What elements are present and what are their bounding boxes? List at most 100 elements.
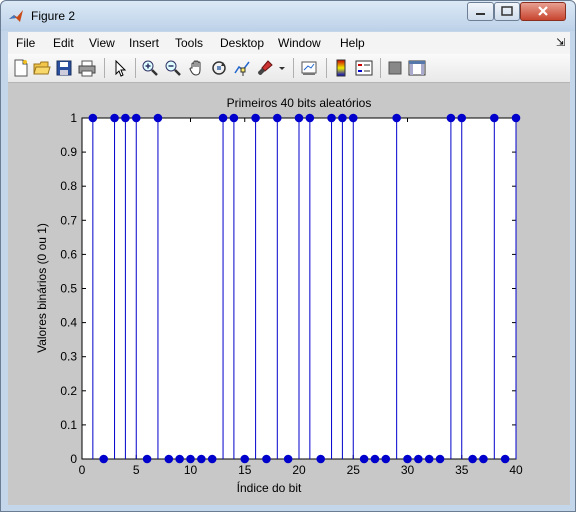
stem-marker: [121, 113, 130, 123]
y-tick-label: 0.6: [60, 247, 77, 261]
menu-file[interactable]: File: [16, 36, 35, 50]
menu-view[interactable]: View: [89, 36, 115, 50]
minimize-button[interactable]: [467, 2, 494, 21]
stem-marker: [164, 454, 174, 464]
stem-marker: [207, 454, 217, 464]
stem-marker: [110, 113, 119, 123]
stem-marker: [273, 113, 282, 123]
pointer-icon[interactable]: [111, 59, 129, 77]
matlab-logo-icon: [9, 10, 23, 22]
maximize-button[interactable]: [494, 2, 520, 21]
legend-icon[interactable]: [355, 59, 373, 77]
x-tick-label: 30: [401, 463, 415, 477]
y-tick-label: 0.9: [60, 145, 77, 159]
x-tick-label: 5: [133, 463, 140, 477]
zoom-out-icon[interactable]: [164, 59, 182, 77]
toolbar-separator: [380, 58, 381, 78]
stem-marker: [316, 454, 326, 464]
stem-marker: [305, 113, 315, 123]
stem-marker: [381, 454, 391, 464]
x-tick-label: 25: [347, 463, 361, 477]
title-bar[interactable]: Figure 2: [1, 1, 575, 31]
link-plot-icon[interactable]: [300, 59, 318, 77]
toolbar-separator: [135, 58, 136, 78]
menu-insert[interactable]: Insert: [129, 36, 159, 50]
open-file-icon[interactable]: [33, 59, 51, 77]
data-cursor-icon[interactable]: [233, 59, 251, 77]
stem-marker: [500, 454, 510, 464]
chart-title: Primeiros 40 bits aleatórios: [227, 96, 372, 110]
figure-toolbar: [8, 54, 570, 83]
y-tick-label: 0.8: [60, 179, 77, 193]
save-icon[interactable]: [55, 59, 73, 77]
stem-marker: [186, 454, 195, 464]
stem-marker: [490, 113, 499, 123]
print-icon[interactable]: [78, 59, 96, 77]
x-tick-label: 15: [238, 463, 252, 477]
stem-marker: [424, 454, 434, 464]
stem-marker: [446, 113, 456, 123]
hide-plot-tools-icon[interactable]: [386, 59, 404, 77]
y-axis-label: Valores binários (0 ou 1): [35, 223, 49, 353]
show-plot-tools-icon[interactable]: [408, 59, 426, 77]
menu-desktop[interactable]: Desktop: [220, 36, 264, 50]
rotate-3d-icon[interactable]: [210, 59, 228, 77]
stem-marker: [468, 454, 477, 464]
minimize-icon: [476, 13, 485, 15]
stem-marker: [327, 113, 336, 123]
toolbar-separator: [326, 58, 327, 78]
stem-marker: [142, 454, 152, 464]
maximize-icon: [501, 6, 513, 16]
stem-plot[interactable]: Primeiros 40 bits aleatórios Índice do b…: [8, 83, 570, 505]
y-tick-label: 0: [70, 452, 77, 466]
stem-marker: [251, 113, 260, 123]
stem-marker: [348, 113, 358, 123]
x-tick-label: 40: [509, 463, 523, 477]
stem-marker: [403, 454, 412, 464]
window-title: Figure 2: [31, 9, 76, 23]
stem-marker: [283, 454, 293, 464]
stem-marker: [457, 113, 467, 123]
figure-canvas: Primeiros 40 bits aleatórios Índice do b…: [8, 83, 570, 505]
dock-arrow-icon[interactable]: ⇲: [556, 36, 565, 49]
brush-icon[interactable]: [256, 59, 274, 77]
stem-marker: [338, 113, 347, 123]
stem-marker: [262, 454, 271, 464]
y-tick-label: 1: [70, 111, 77, 125]
brush-dropdown-icon[interactable]: [277, 59, 287, 77]
menu-window[interactable]: Window: [278, 36, 321, 50]
stem-marker: [99, 454, 108, 464]
stem-marker: [359, 454, 369, 464]
stem-marker: [479, 454, 488, 464]
toolbar-separator: [104, 58, 105, 78]
stem-marker: [131, 113, 141, 123]
menu-help[interactable]: Help: [340, 36, 365, 50]
x-tick-label: 35: [455, 463, 469, 477]
x-tick-label: 0: [79, 463, 86, 477]
pan-hand-icon[interactable]: [188, 59, 206, 77]
y-tick-label: 0.5: [60, 282, 77, 296]
x-tick-label: 10: [184, 463, 198, 477]
menu-edit[interactable]: Edit: [53, 36, 74, 50]
stem-marker: [218, 113, 228, 123]
x-tick-label: 20: [292, 463, 306, 477]
stem-marker: [511, 113, 521, 123]
colorbar-icon[interactable]: [332, 59, 350, 77]
stem-marker: [435, 454, 445, 464]
close-button[interactable]: [520, 2, 566, 21]
y-tick-label: 0.7: [60, 213, 77, 227]
figure-window: Figure 2 File Edit View Insert Tools Des…: [0, 0, 576, 512]
menu-bar: File Edit View Insert Tools Desktop Wind…: [8, 32, 570, 54]
zoom-in-icon[interactable]: [141, 59, 159, 77]
stem-marker: [370, 454, 380, 464]
new-figure-icon[interactable]: [12, 59, 30, 77]
stem-marker: [88, 113, 98, 123]
toolbar-separator: [293, 58, 294, 78]
menu-tools[interactable]: Tools: [175, 36, 203, 50]
stem-marker: [229, 113, 239, 123]
y-tick-label: 0.2: [60, 384, 77, 398]
close-icon: [538, 6, 548, 16]
stem-marker: [153, 113, 163, 123]
stem-marker: [197, 454, 206, 464]
stem-marker: [294, 113, 304, 123]
